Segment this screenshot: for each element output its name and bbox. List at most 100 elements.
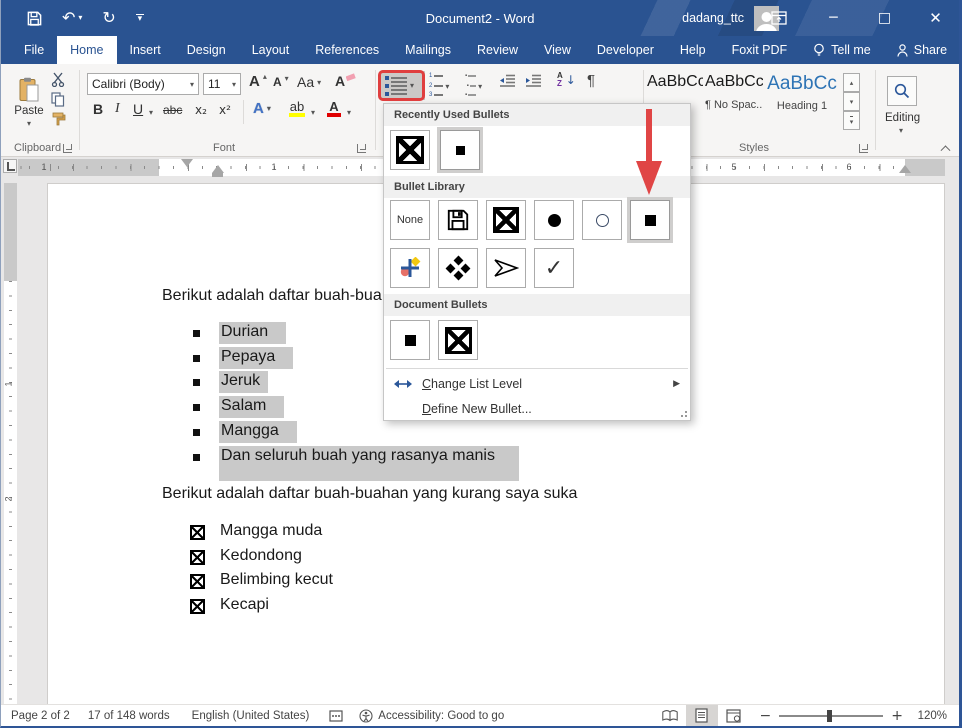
bullet-option-square-selected[interactable] — [440, 130, 480, 170]
tab-references[interactable]: References — [302, 36, 392, 64]
underline-button[interactable]: U — [133, 101, 143, 117]
web-layout-icon[interactable] — [718, 705, 750, 726]
menu-item-define-new-bullet[interactable]: Define New Bullet... — [384, 397, 690, 421]
hanging-indent-marker[interactable] — [212, 165, 224, 173]
zoom-level[interactable]: 120% — [913, 710, 947, 722]
menu-item-change-list-level[interactable]: Change List Level ▶ — [384, 372, 690, 396]
clear-formatting-button[interactable]: A — [335, 73, 358, 89]
tab-insert[interactable]: Insert — [117, 36, 174, 64]
italic-button[interactable]: I — [115, 101, 120, 117]
font-color-dropdown-icon[interactable]: ▾ — [347, 108, 351, 117]
tab-layout[interactable]: Layout — [239, 36, 303, 64]
tab-help[interactable]: Help — [667, 36, 719, 64]
bullet-option-open-circle[interactable] — [582, 200, 622, 240]
maximize-button[interactable]: □ — [861, 0, 908, 36]
bullet-option-square-target[interactable] — [630, 200, 670, 240]
format-painter-icon[interactable] — [51, 112, 66, 127]
multilevel-list-button[interactable]: ▪ ▪▪ ▾ — [465, 72, 482, 101]
bullet-option-checkmark[interactable]: ✓ — [534, 248, 574, 288]
bullet-option-square[interactable] — [390, 320, 430, 360]
tab-view[interactable]: View — [531, 36, 584, 64]
zoom-slider-thumb[interactable] — [827, 710, 832, 722]
font-dialog-launcher-icon[interactable] — [357, 144, 366, 153]
tab-home[interactable]: Home — [57, 36, 116, 64]
paste-dropdown-icon[interactable]: ▾ — [27, 119, 31, 128]
bold-button[interactable]: B — [93, 101, 103, 117]
underline-dropdown-icon[interactable]: ▾ — [149, 108, 153, 117]
tab-stop-selector[interactable] — [3, 159, 17, 173]
font-size-combobox[interactable]: 11▾ — [203, 73, 241, 95]
bullet-option-diamonds[interactable] — [438, 248, 478, 288]
minimize-button[interactable]: ─ — [810, 0, 857, 36]
zoom-slider[interactable] — [779, 715, 883, 717]
pilcrow-icon[interactable]: ¶ — [587, 72, 595, 89]
bullet-option-filled-circle[interactable] — [534, 200, 574, 240]
tab-tell-me[interactable]: Tell me — [800, 36, 884, 64]
numbering-button[interactable]: 123 ▾ — [429, 72, 449, 101]
change-case-button[interactable]: Aa▾ — [297, 74, 321, 90]
text-effects-button[interactable]: A▾ — [253, 100, 271, 117]
tab-review[interactable]: Review — [464, 36, 531, 64]
grow-font-button[interactable]: A▴ — [249, 73, 267, 90]
collapse-ribbon-icon[interactable] — [942, 144, 951, 153]
tab-design[interactable]: Design — [174, 36, 239, 64]
multilevel-dropdown-icon[interactable]: ▾ — [478, 82, 482, 91]
copy-icon[interactable] — [51, 92, 65, 107]
editing-dropdown-icon[interactable]: ▾ — [899, 126, 903, 135]
bullet-option-colored-symbol[interactable] — [390, 248, 430, 288]
highlight-color-button[interactable]: ab — [289, 100, 305, 117]
vertical-ruler[interactable]: 1 2 — [4, 183, 17, 704]
numbering-dropdown-icon[interactable]: ▾ — [445, 82, 449, 91]
style-card-heading1[interactable]: AaBbCc Heading 1 — [765, 73, 839, 131]
ribbon-display-options-icon[interactable] — [755, 0, 802, 36]
undo-dropdown-icon[interactable]: ▾ — [78, 14, 82, 22]
bullet-option-arrow[interactable] — [486, 248, 526, 288]
zoom-out-button[interactable]: − — [760, 708, 772, 724]
left-indent-marker[interactable] — [212, 173, 223, 177]
decrease-indent-icon[interactable] — [499, 74, 516, 87]
bullet-option-xbox[interactable] — [486, 200, 526, 240]
clipboard-dialog-launcher-icon[interactable] — [63, 144, 72, 153]
styles-dialog-launcher-icon[interactable] — [859, 144, 868, 153]
tab-file[interactable]: File — [11, 36, 57, 64]
font-family-combobox[interactable]: Calibri (Body)▾ — [87, 73, 199, 95]
superscript-button[interactable]: x² — [219, 103, 231, 117]
bullet-option-none[interactable]: None — [390, 200, 430, 240]
text-effects-dropdown-icon[interactable]: ▾ — [267, 104, 271, 113]
page-indicator[interactable]: Page 2 of 2 — [11, 710, 70, 722]
customize-qat-icon[interactable]: ▾ — [136, 14, 144, 23]
right-indent-marker[interactable] — [899, 165, 911, 173]
strikethrough-button[interactable]: abc — [163, 103, 182, 117]
resize-grip[interactable] — [679, 409, 687, 417]
accessibility-status[interactable]: Accessibility: Good to go — [359, 709, 504, 723]
font-color-button[interactable]: A — [327, 100, 341, 117]
style-card-no-spacing[interactable]: AaBbCcDc ¶ No Spac... — [705, 73, 763, 131]
tab-share[interactable]: Share — [884, 36, 960, 64]
zoom-in-button[interactable]: + — [891, 708, 903, 724]
tab-mailings[interactable]: Mailings — [392, 36, 464, 64]
styles-more-icon[interactable]: ▾ — [843, 111, 860, 130]
styles-scroll-down-icon[interactable]: ▾ — [843, 92, 860, 111]
save-icon[interactable] — [27, 11, 42, 26]
language-indicator[interactable]: English (United States) — [192, 710, 310, 722]
bullet-option-xbox[interactable] — [438, 320, 478, 360]
macro-record-icon[interactable] — [329, 710, 343, 722]
read-mode-icon[interactable] — [654, 705, 686, 726]
highlight-dropdown-icon[interactable]: ▾ — [311, 108, 315, 117]
increase-indent-icon[interactable] — [525, 74, 542, 87]
bullet-option-floppy[interactable] — [438, 200, 478, 240]
close-button[interactable]: ✕ — [912, 0, 959, 36]
sort-icon[interactable]: AZ↓ — [557, 72, 576, 88]
first-line-indent-marker[interactable] — [181, 159, 193, 167]
word-count[interactable]: 17 of 148 words — [88, 710, 170, 722]
paste-button[interactable]: Paste ▾ — [9, 70, 49, 134]
redo-icon[interactable]: ↻ — [102, 10, 115, 26]
cut-icon[interactable] — [51, 72, 66, 87]
tab-foxit-pdf[interactable]: Foxit PDF — [719, 36, 801, 64]
shrink-font-button[interactable]: A▾ — [273, 75, 289, 89]
subscript-button[interactable]: x₂ — [195, 103, 207, 117]
print-layout-icon[interactable] — [686, 705, 718, 726]
styles-scroll-up-icon[interactable]: ▴ — [843, 73, 860, 92]
bullet-option-xbox[interactable] — [390, 130, 430, 170]
editing-button[interactable] — [887, 76, 917, 106]
